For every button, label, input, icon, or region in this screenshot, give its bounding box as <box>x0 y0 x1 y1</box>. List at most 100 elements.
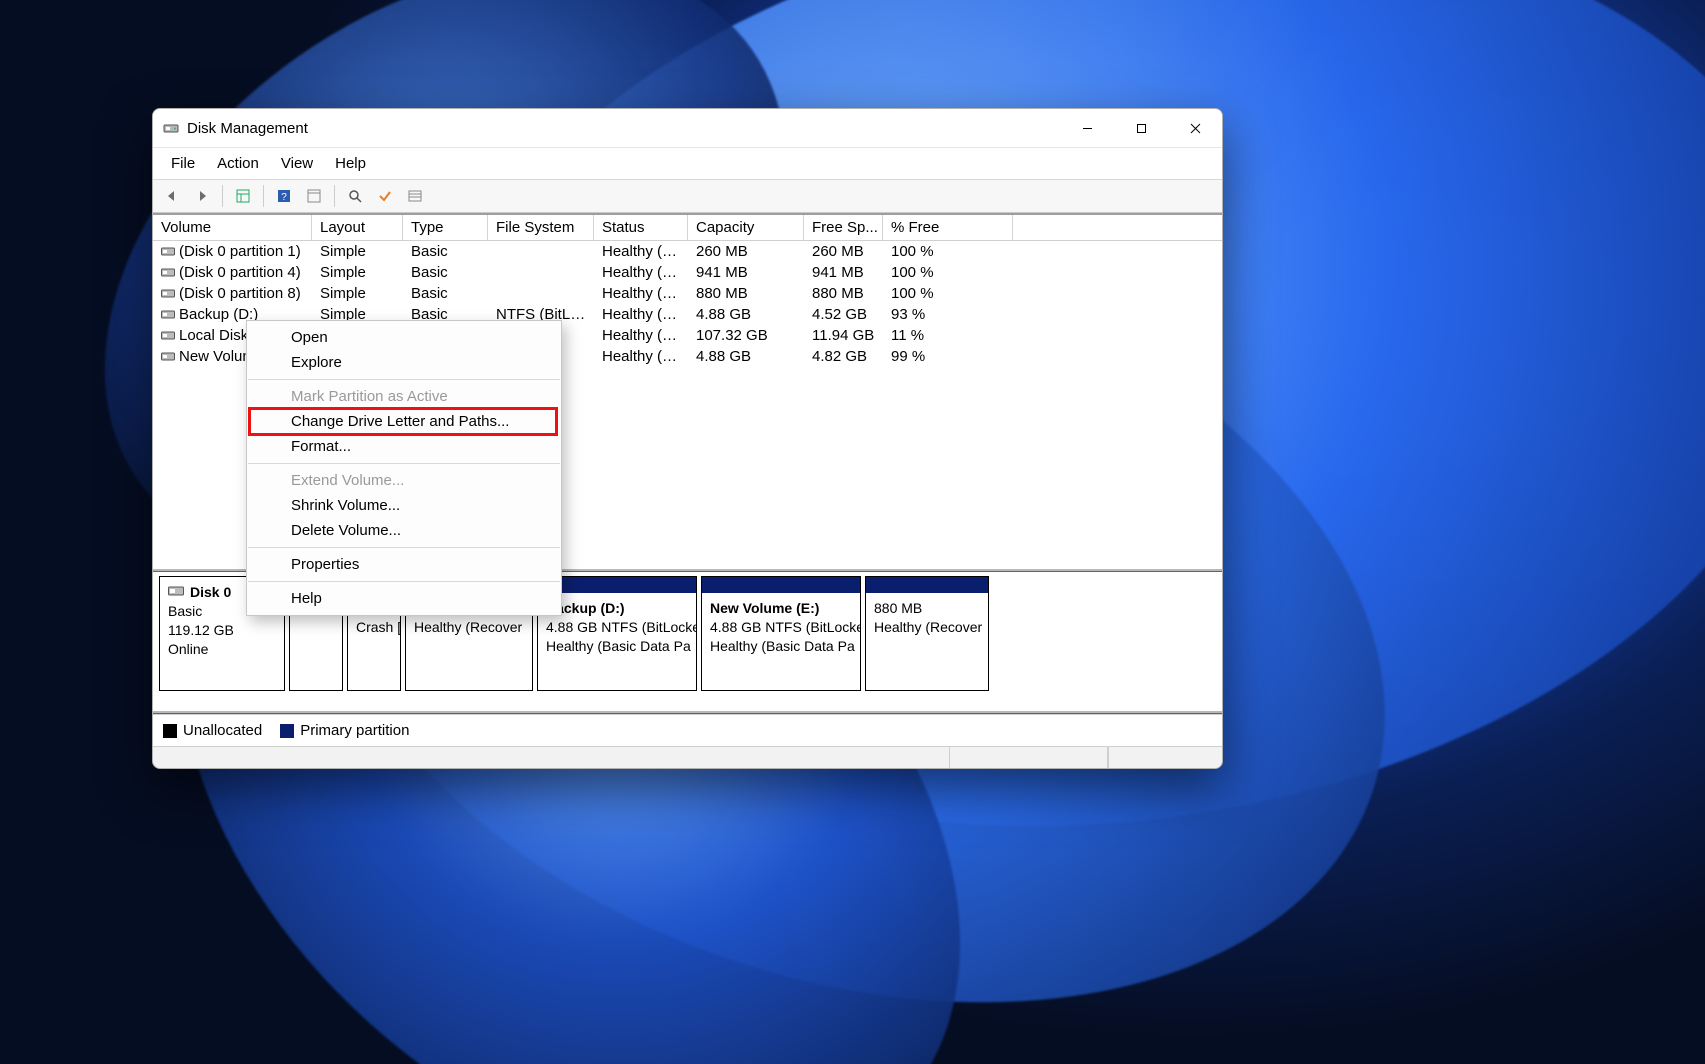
volume-row[interactable]: (Disk 0 partition 4)SimpleBasicHealthy (… <box>153 262 1222 283</box>
volume-name: (Disk 0 partition 8) <box>179 285 301 302</box>
maximize-button[interactable] <box>1114 109 1168 147</box>
context-menu-item[interactable]: Explore <box>247 350 561 375</box>
volume-type: Basic <box>403 262 488 283</box>
context-menu-item[interactable]: Shrink Volume... <box>247 493 561 518</box>
menu-action[interactable]: Action <box>207 151 269 176</box>
context-menu-item[interactable]: Delete Volume... <box>247 518 561 543</box>
volume-layout: Simple <box>312 241 403 262</box>
volume-status: Healthy (B... <box>594 325 688 346</box>
volume-capacity: 4.88 GB <box>688 304 804 325</box>
volume-row[interactable]: (Disk 0 partition 1)SimpleBasicHealthy (… <box>153 241 1222 262</box>
svg-text:?: ? <box>281 192 287 203</box>
context-menu-item[interactable]: Format... <box>247 434 561 459</box>
volume-pct: 99 % <box>883 346 1013 367</box>
col-capacity[interactable]: Capacity <box>688 215 804 240</box>
partition-box[interactable]: 880 MBHealthy (Recover <box>865 576 989 691</box>
partition-line2: Healthy (Basic Data Pa <box>546 637 688 656</box>
col-volume[interactable]: Volume <box>153 215 312 240</box>
volume-free: 880 MB <box>804 283 883 304</box>
context-menu-item[interactable]: Help <box>247 586 561 611</box>
volume-name: New Volum <box>179 348 255 365</box>
partition-line1: 880 MB <box>874 599 980 618</box>
close-button[interactable] <box>1168 109 1222 147</box>
volume-layout: Simple <box>312 283 403 304</box>
drive-icon <box>161 264 179 281</box>
volume-type: Basic <box>403 283 488 304</box>
drive-icon <box>161 243 179 260</box>
col-type[interactable]: Type <box>403 215 488 240</box>
forward-button[interactable] <box>189 184 215 208</box>
legend: Unallocated Primary partition <box>153 714 1222 746</box>
window-title: Disk Management <box>187 120 308 137</box>
col-status[interactable]: Status <box>594 215 688 240</box>
volume-layout: Simple <box>312 262 403 283</box>
partition-line1: 4.88 GB NTFS (BitLocke <box>546 618 688 637</box>
disk-size: 119.12 GB <box>168 621 276 640</box>
menu-view[interactable]: View <box>271 151 323 176</box>
menubar: File Action View Help <box>153 147 1222 179</box>
volume-status: Healthy (B... <box>594 346 688 367</box>
show-hide-tree-button[interactable] <box>230 184 256 208</box>
volume-fs <box>488 271 594 275</box>
settings-button[interactable] <box>372 184 398 208</box>
volume-pct: 100 % <box>883 262 1013 283</box>
refresh-button[interactable] <box>301 184 327 208</box>
partition-line2: Crash [ <box>356 618 392 637</box>
partition-line2: Healthy (Recover <box>874 618 980 637</box>
context-menu-item: Extend Volume... <box>247 468 561 493</box>
legend-primary: Primary partition <box>280 722 409 739</box>
col-filesystem[interactable]: File System <box>488 215 594 240</box>
drive-icon <box>161 348 179 365</box>
partition-title: New Volume (E:) <box>710 599 852 618</box>
context-menu-separator <box>248 379 560 380</box>
volume-list-header: Volume Layout Type File System Status Ca… <box>153 215 1222 241</box>
col-pctfree[interactable]: % Free <box>883 215 1013 240</box>
volume-status: Healthy (B... <box>594 304 688 325</box>
volume-status: Healthy (E... <box>594 241 688 262</box>
titlebar[interactable]: Disk Management <box>153 109 1222 147</box>
col-freespace[interactable]: Free Sp... <box>804 215 883 240</box>
context-menu-item: Mark Partition as Active <box>247 384 561 409</box>
volume-capacity: 941 MB <box>688 262 804 283</box>
minimize-button[interactable] <box>1060 109 1114 147</box>
partition-line2: Healthy (Basic Data Pa <box>710 637 852 656</box>
drive-icon <box>161 285 179 302</box>
volume-free: 941 MB <box>804 262 883 283</box>
volume-pct: 93 % <box>883 304 1013 325</box>
find-button[interactable] <box>342 184 368 208</box>
volume-free: 260 MB <box>804 241 883 262</box>
volume-name: Local Disk <box>179 327 248 344</box>
volume-row[interactable]: (Disk 0 partition 8) SimpleBasic Healthy (… <box>153 283 1222 304</box>
volume-capacity: 107.32 GB <box>688 325 804 346</box>
back-button[interactable] <box>159 184 185 208</box>
disk-name: Disk 0 <box>190 583 231 602</box>
help-button[interactable]: ? <box>271 184 297 208</box>
partition-line2: Healthy (Recover <box>414 618 524 637</box>
disk-state: Online <box>168 640 276 659</box>
partition-box[interactable]: New Volume (E:)4.88 GB NTFS (BitLockeHea… <box>701 576 861 691</box>
partition-line1: 4.88 GB NTFS (BitLocke <box>710 618 852 637</box>
list-button[interactable] <box>402 184 428 208</box>
menu-file[interactable]: File <box>161 151 205 176</box>
volume-fs <box>488 292 594 296</box>
drive-icon <box>161 306 179 323</box>
volume-free: 4.52 GB <box>804 304 883 325</box>
volume-status: Healthy (R... <box>594 283 688 304</box>
volume-free: 4.82 GB <box>804 346 883 367</box>
app-icon <box>163 120 179 136</box>
volume-fs <box>488 250 594 254</box>
volume-name: (Disk 0 partition 4) <box>179 264 301 281</box>
statusbar <box>153 746 1222 768</box>
context-menu: OpenExplore Mark Partition as ActiveChang… <box>246 320 562 616</box>
context-menu-item[interactable]: Open <box>247 325 561 350</box>
col-layout[interactable]: Layout <box>312 215 403 240</box>
volume-name: (Disk 0 partition 1) <box>179 243 301 260</box>
volume-capacity: 4.88 GB <box>688 346 804 367</box>
menu-help[interactable]: Help <box>325 151 376 176</box>
volume-pct: 100 % <box>883 241 1013 262</box>
context-menu-item[interactable]: Properties <box>247 552 561 577</box>
toolbar: ? <box>153 179 1222 213</box>
volume-capacity: 260 MB <box>688 241 804 262</box>
context-menu-separator <box>248 547 560 548</box>
context-menu-item[interactable]: Change Drive Letter and Paths... <box>247 409 561 434</box>
